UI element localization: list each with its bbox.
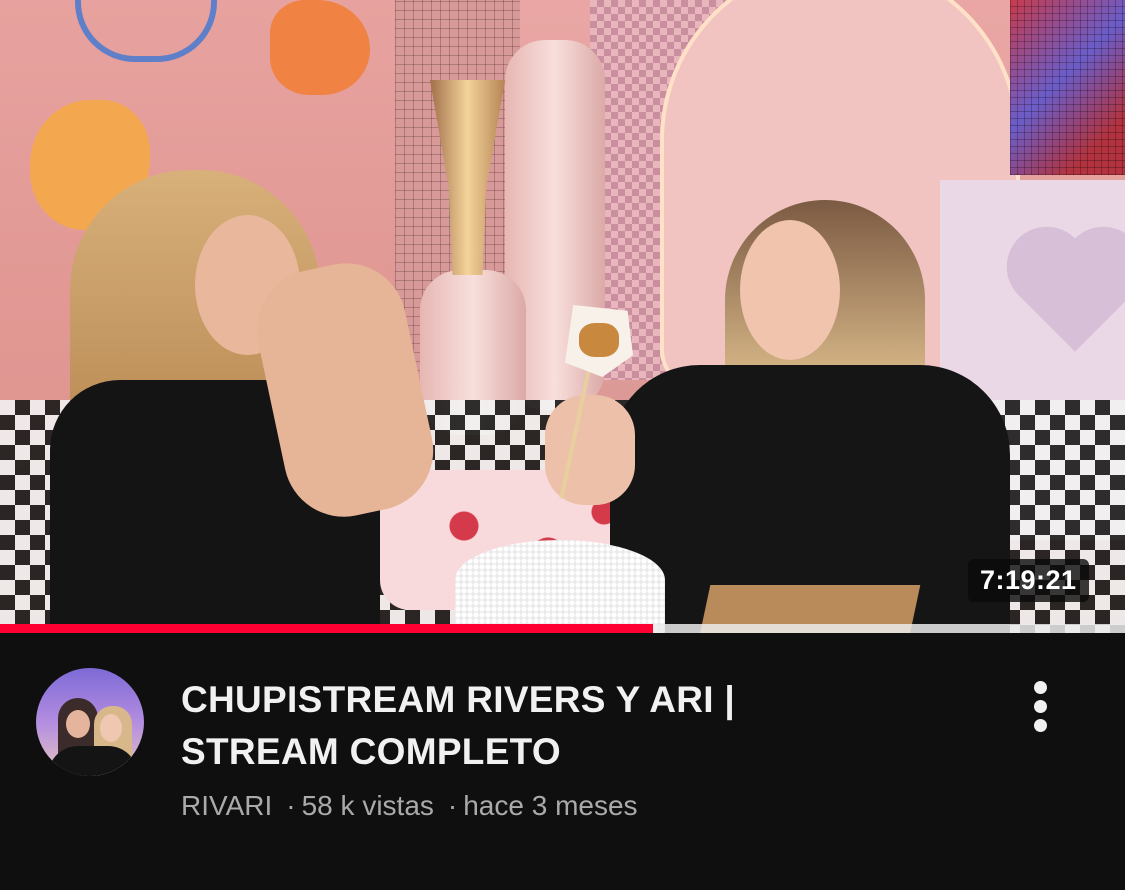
upload-age: hace 3 meses — [463, 790, 638, 821]
channel-avatar[interactable] — [36, 668, 144, 776]
avatar-body — [48, 746, 138, 776]
avatar-face — [66, 710, 90, 738]
dot — [1034, 681, 1047, 694]
host-right-arm — [545, 395, 635, 505]
dot — [1034, 700, 1047, 713]
video-title-line-2: STREAM COMPLETO — [181, 731, 561, 772]
duration-badge: 7:19:21 — [968, 559, 1089, 602]
wall-decor-orange — [270, 0, 370, 95]
watch-progress-fill — [0, 624, 653, 633]
host-right-face — [740, 220, 840, 360]
meta-separator: · — [447, 790, 458, 821]
more-vertical-icon[interactable] — [1022, 680, 1060, 734]
watch-progress-bar — [0, 624, 1125, 633]
view-count: 58 k vistas — [301, 790, 434, 821]
video-title[interactable]: CHUPISTREAM RIVERS Y ARI | STREAM COMPLE… — [181, 674, 901, 778]
meta-separator: · — [286, 790, 296, 821]
channel-name[interactable]: RIVARI — [181, 790, 272, 821]
video-thumbnail[interactable]: 7:19:21 — [0, 0, 1125, 633]
video-title-line-1: CHUPISTREAM RIVERS Y ARI | — [181, 679, 736, 720]
dot — [1034, 719, 1047, 732]
coconut-cake — [455, 540, 665, 633]
pixel-art-frame — [1010, 0, 1125, 175]
video-metadata: RIVARI · 58 k vistas · hace 3 meses — [181, 787, 638, 825]
avatar-face — [100, 714, 122, 742]
